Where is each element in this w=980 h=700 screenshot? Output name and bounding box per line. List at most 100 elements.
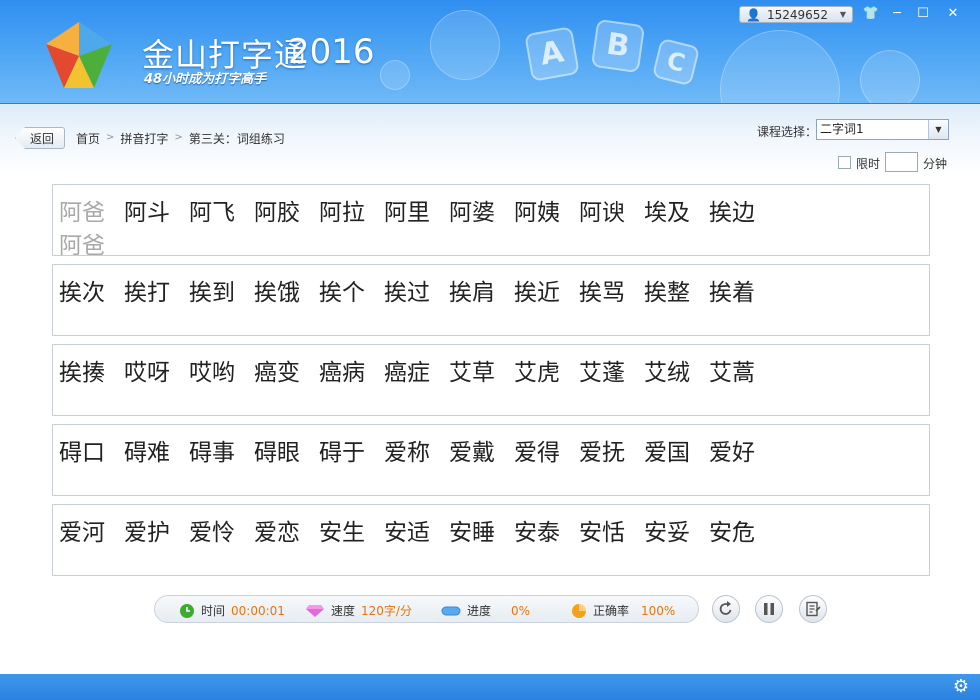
target-word: 爱抚: [579, 440, 625, 466]
diamond-icon: [306, 604, 324, 617]
target-word: 爱护: [124, 520, 170, 546]
target-word: 挨近: [514, 280, 560, 306]
letter-block-c: C: [651, 37, 701, 87]
stat-progress-value: 0%: [511, 603, 531, 618]
close-button[interactable]: ✕: [942, 4, 964, 24]
target-word: 阿里: [384, 200, 430, 226]
report-button[interactable]: [799, 595, 827, 623]
target-word: 阿爸: [59, 200, 105, 226]
target-word: 挨揍: [59, 360, 105, 386]
target-word: 安危: [709, 520, 755, 546]
target-word: 挨打: [124, 280, 170, 306]
app-logo-icon: [46, 22, 112, 88]
target-word: 阿斗: [124, 200, 170, 226]
time-limit-unit: 分钟: [923, 157, 948, 171]
breadcrumb-home[interactable]: 首页: [76, 130, 100, 147]
time-limit-checkbox[interactable]: [838, 156, 851, 169]
target-word: 挨个: [319, 280, 365, 306]
target-word: 碍眼: [254, 440, 300, 466]
app-header: A B C 金山打字通 2016 48小时成为打字高手 👤 15249652 ▼…: [0, 0, 980, 104]
letter-block-b: B: [590, 18, 646, 74]
gear-icon[interactable]: ⚙: [953, 678, 969, 696]
stat-speed-value: 120字/分: [361, 604, 412, 618]
target-word: 挨过: [384, 280, 430, 306]
target-word: 爱河: [59, 520, 105, 546]
decor-bubble: [720, 30, 840, 103]
stat-time-label: 时间: [201, 604, 226, 618]
target-word: 癌病: [319, 360, 365, 386]
target-word: 挨次: [59, 280, 105, 306]
app-slogan: 48小时成为打字高手: [144, 72, 267, 87]
target-word: 艾蒿: [709, 360, 755, 386]
target-words: 阿爸 阿斗 阿飞 阿胶 阿拉 阿里 阿婆 阿姨 阿谀 埃及 挨边: [59, 193, 774, 227]
user-icon: 👤: [746, 7, 761, 22]
course-select[interactable]: 二字词1 ▼: [816, 119, 949, 140]
clock-icon: [180, 603, 194, 618]
decor-bubble: [430, 10, 500, 80]
target-words: 爱河 爱护 爱怜 爱恋 安生 安适 安睡 安泰 安恬 安妥 安危: [59, 513, 774, 547]
target-word: 碍难: [124, 440, 170, 466]
restart-button[interactable]: [712, 595, 740, 623]
time-limit-input[interactable]: [885, 152, 918, 172]
maximize-button[interactable]: ☐: [912, 4, 934, 24]
report-icon: [806, 601, 821, 617]
typed-input-text[interactable]: 阿爸: [59, 226, 105, 260]
target-word: 艾虎: [514, 360, 560, 386]
decor-bubble: [380, 60, 410, 90]
chevron-down-icon[interactable]: ▼: [928, 120, 948, 139]
target-word: 阿胶: [254, 200, 300, 226]
target-word: 挨边: [709, 200, 755, 226]
practice-row[interactable]: 挨揍 哎呀 哎哟 癌变 癌病 癌症 艾草 艾虎 艾蓬 艾绒 艾蒿: [52, 344, 930, 416]
pause-icon: [764, 603, 774, 615]
course-selected-value: 二字词1: [820, 122, 864, 136]
skin-button[interactable]: 👕: [860, 4, 882, 24]
time-limit-label: 限时: [856, 157, 881, 171]
target-word: 安睡: [449, 520, 495, 546]
stat-time-value: 00:00:01: [231, 603, 285, 618]
practice-row[interactable]: 阿爸 阿斗 阿飞 阿胶 阿拉 阿里 阿婆 阿姨 阿谀 埃及 挨边 阿爸: [52, 184, 930, 259]
target-word: 哎哟: [189, 360, 235, 386]
stats-bar: 时间 00:00:01 速度 120字/分 进度 0% 正确率 100%: [154, 595, 699, 623]
decor-bubble: [860, 50, 920, 103]
target-word: 安生: [319, 520, 365, 546]
target-word: 爱怜: [189, 520, 235, 546]
target-word: 安恬: [579, 520, 625, 546]
target-word: 爱戴: [449, 440, 495, 466]
target-word: 安妥: [644, 520, 690, 546]
target-word: 挨骂: [579, 280, 625, 306]
practice-row[interactable]: 爱河 爱护 爱怜 爱恋 安生 安适 安睡 安泰 安恬 安妥 安危: [52, 504, 930, 576]
pause-button[interactable]: [755, 595, 783, 623]
chevron-down-icon: ▼: [839, 10, 846, 19]
breadcrumb-separator: >: [106, 132, 115, 143]
target-word: 挨肩: [449, 280, 495, 306]
target-word: 挨到: [189, 280, 235, 306]
breadcrumb-pinyin[interactable]: 拼音打字: [120, 130, 168, 147]
back-button[interactable]: 返回: [15, 127, 65, 149]
target-word: 艾绒: [644, 360, 690, 386]
target-word: 碍事: [189, 440, 235, 466]
pie-chart-icon: [572, 603, 586, 618]
stat-speed-label: 速度: [331, 604, 356, 618]
footer-bar: ⚙: [0, 674, 980, 700]
target-word: 癌症: [384, 360, 430, 386]
letter-block-a: A: [524, 26, 580, 82]
minimize-button[interactable]: ─: [886, 4, 908, 24]
target-word: 爱恋: [254, 520, 300, 546]
stat-progress-label: 进度: [467, 604, 492, 618]
breadcrumb-current: 第三关：词组练习: [188, 132, 285, 146]
target-word: 阿飞: [189, 200, 235, 226]
practice-row[interactable]: 碍口 碍难 碍事 碍眼 碍于 爱称 爱戴 爱得 爱抚 爱国 爱好: [52, 424, 930, 496]
target-word: 碍口: [59, 440, 105, 466]
target-word: 艾蓬: [579, 360, 625, 386]
practice-row[interactable]: 挨次 挨打 挨到 挨饿 挨个 挨过 挨肩 挨近 挨骂 挨整 挨着: [52, 264, 930, 336]
user-account-menu[interactable]: 👤 15249652 ▼: [739, 6, 853, 23]
target-word: 哎呀: [124, 360, 170, 386]
course-label: 课程选择：: [757, 125, 818, 139]
target-word: 爱好: [709, 440, 755, 466]
stat-accuracy-label: 正确率: [593, 604, 630, 618]
progress-pill-icon: [441, 606, 461, 615]
target-words: 挨揍 哎呀 哎哟 癌变 癌病 癌症 艾草 艾虎 艾蓬 艾绒 艾蒿: [59, 353, 774, 387]
target-word: 埃及: [644, 200, 690, 226]
target-word: 阿谀: [579, 200, 625, 226]
target-word: 癌变: [254, 360, 300, 386]
